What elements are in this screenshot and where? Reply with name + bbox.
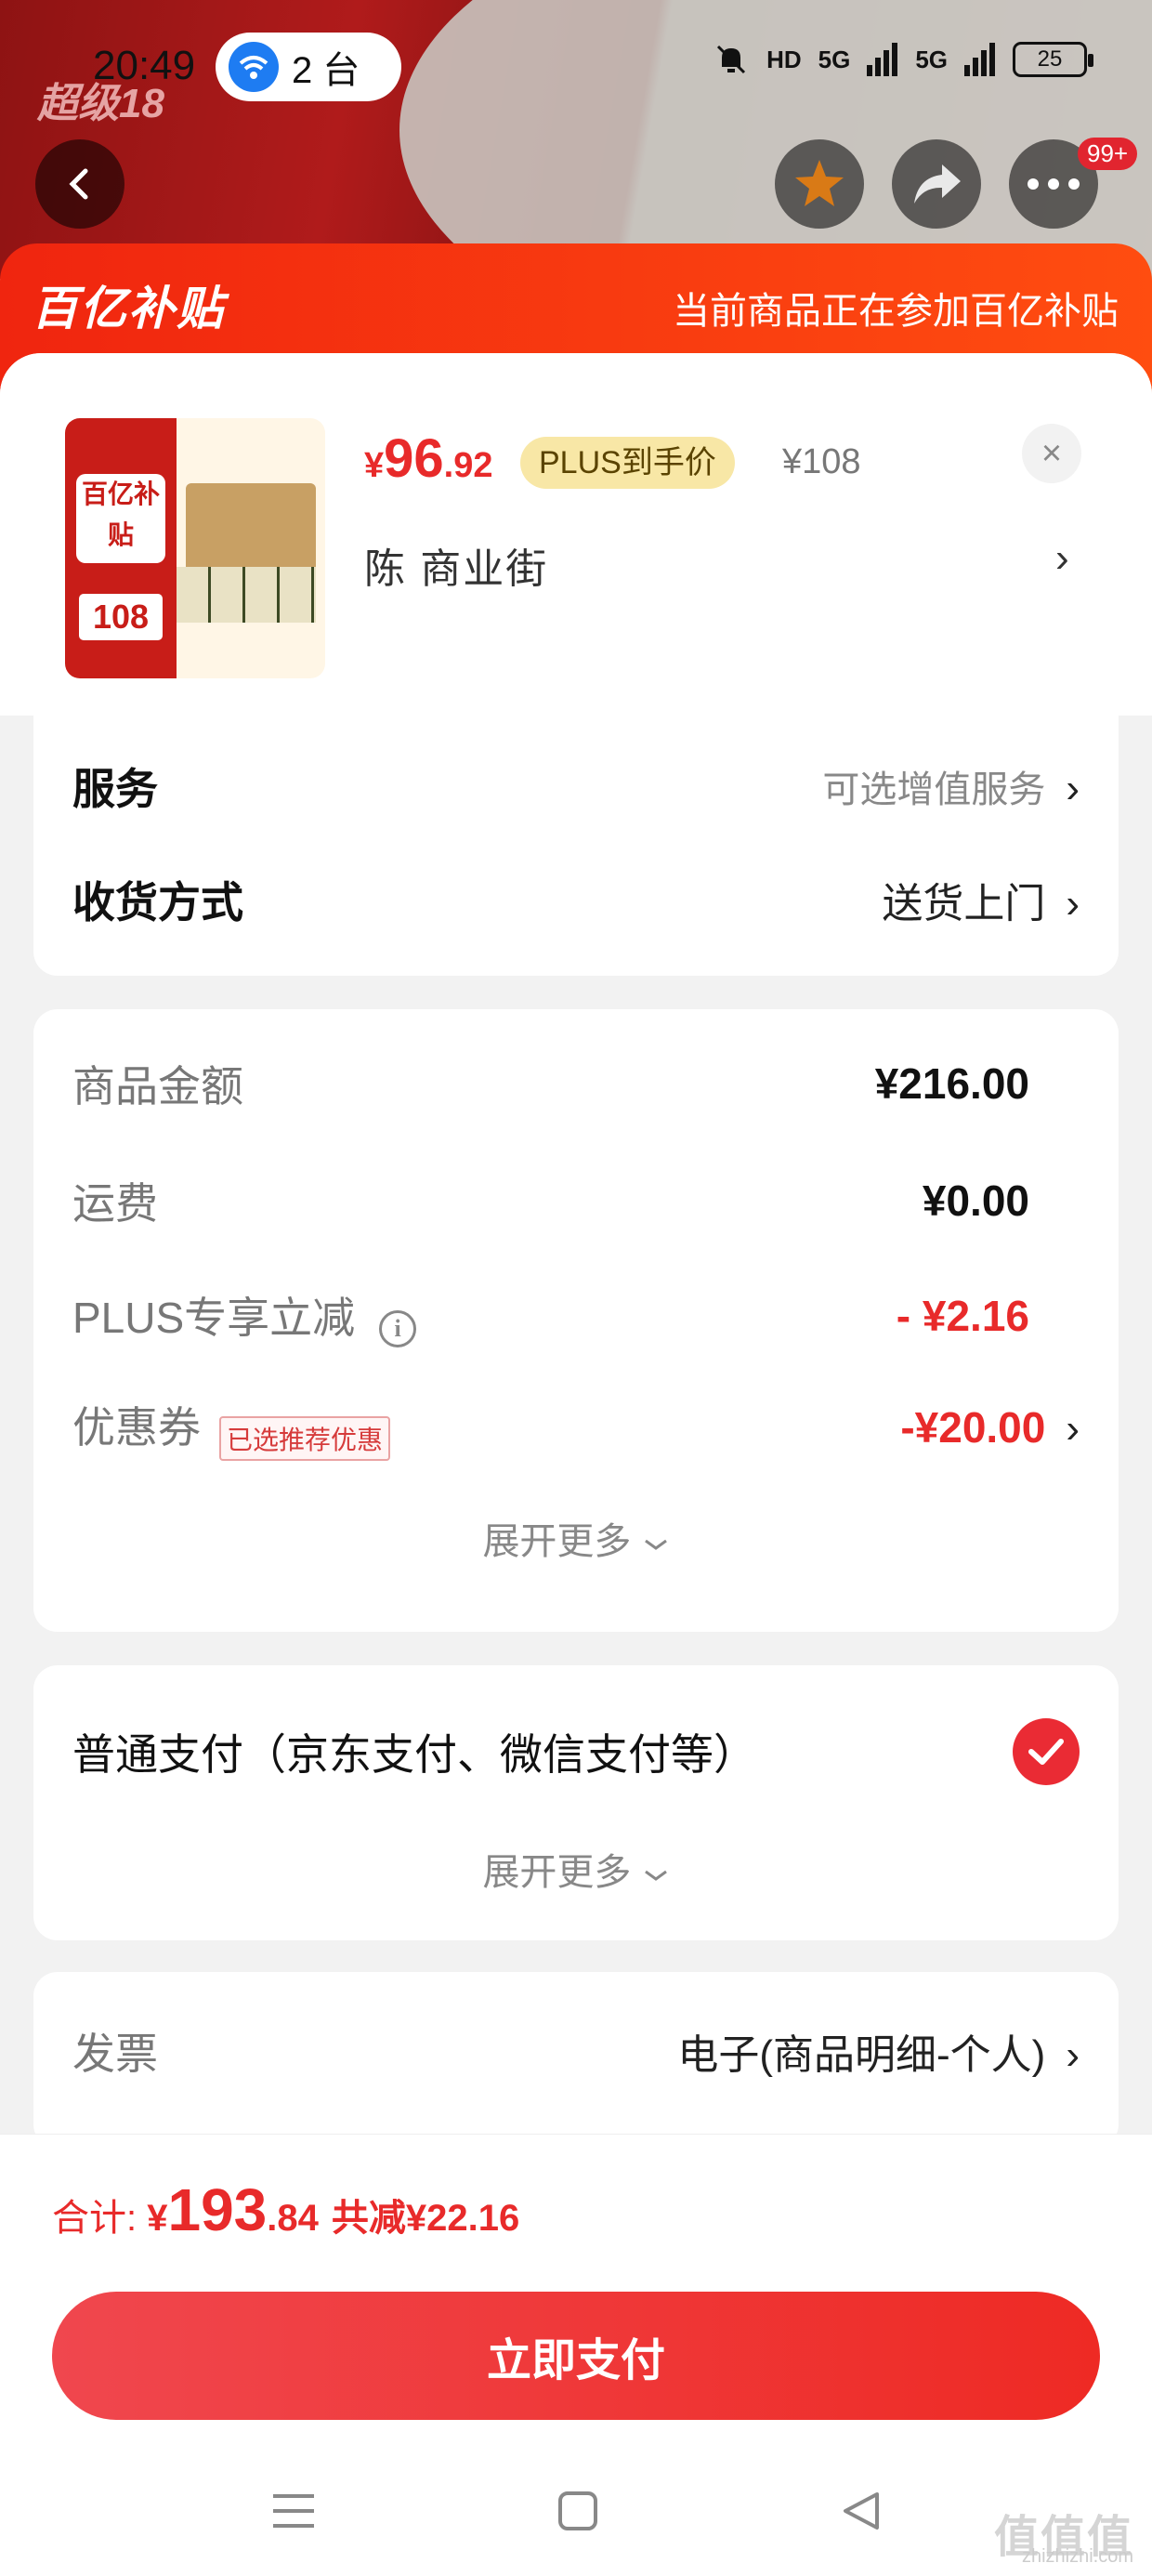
plus-price-tag: PLUS到手价 — [520, 437, 735, 489]
payment-method-label: 普通支付（京东支付、微信支付等） — [72, 1730, 756, 1779]
payment-method-row[interactable]: 普通支付（京东支付、微信支付等） — [72, 1710, 1080, 1794]
service-row[interactable]: 服务 可选增值服务 › — [72, 742, 1080, 831]
chevron-left-icon — [69, 168, 88, 200]
original-price: ¥108 — [782, 442, 861, 481]
service-label: 服务 — [72, 765, 158, 813]
signal-5g-icon: 5G — [818, 45, 851, 73]
expand-label: 展开更多 — [482, 1852, 632, 1893]
subsidy-logo: 百亿补贴 — [32, 283, 225, 335]
signal-bars-icon-2 — [964, 43, 995, 76]
invoice-label: 发票 — [72, 2030, 158, 2078]
share-button[interactable] — [892, 139, 981, 229]
delivery-label: 收货方式 — [72, 878, 243, 927]
pay-area: 立即支付 — [0, 2279, 1152, 2576]
checkout-page: 超级18 20:49 2 台 HD 5G 5G 25 99+ 百亿补贴 当前商品… — [0, 0, 1152, 2576]
pay-now-button[interactable]: 立即支付 — [52, 2292, 1100, 2420]
service-value: 可选增值服务 — [822, 769, 1046, 810]
share-icon — [914, 164, 961, 204]
chevron-right-icon: › — [1066, 881, 1080, 927]
order-total: 合计: ¥193.84 共减¥22.16 — [52, 2175, 519, 2244]
chevron-right-icon: › — [1066, 766, 1080, 811]
close-button[interactable]: × — [1022, 424, 1081, 483]
total-decimal: .84 — [267, 2198, 319, 2239]
battery-level: 25 — [1037, 46, 1063, 72]
total-saved: 共减¥22.16 — [331, 2198, 520, 2239]
plus-discount-row: PLUS专享立减 i - ¥2.16 — [72, 1279, 1080, 1353]
goods-amount-label: 商品金额 — [72, 1062, 243, 1111]
shipping-label: 运费 — [72, 1179, 158, 1228]
goods-amount-row: 商品金额 ¥216.00 — [72, 1046, 1080, 1121]
shipping-row: 运费 ¥0.00 — [72, 1163, 1080, 1238]
expand-label: 展开更多 — [482, 1521, 632, 1562]
total-label: 合计: — [52, 2198, 148, 2239]
signal-5g-icon-2: 5G — [915, 45, 948, 73]
menu-icon[interactable] — [271, 2491, 316, 2531]
price-symbol: ¥ — [364, 446, 385, 485]
thumb-sticker: 百亿补贴 — [76, 474, 165, 563]
hd-icon: HD — [766, 45, 802, 73]
mute-bell-icon — [717, 45, 746, 74]
subsidy-notice: 当前商品正在参加百亿补贴 — [673, 291, 1119, 332]
plus-discount-value: - ¥2.16 — [896, 1292, 1029, 1340]
delivery-value: 送货上门 — [882, 881, 1046, 927]
star-icon — [795, 160, 844, 206]
status-time: 20:49 — [93, 43, 196, 88]
status-bar: 20:49 2 台 HD 5G 5G 25 — [0, 28, 1152, 112]
info-icon[interactable]: i — [379, 1309, 417, 1347]
check-icon[interactable] — [1013, 1718, 1080, 1785]
price-decimal: .92 — [443, 446, 493, 485]
delivery-row[interactable]: 收货方式 送货上门 › — [72, 855, 1080, 944]
expand-amounts-button[interactable]: 展开更多 — [33, 1511, 1119, 1565]
wifi-icon — [229, 42, 279, 92]
system-nav-bar — [0, 2455, 1152, 2567]
invoice-card: 发票 电子(商品明细-个人) › — [33, 1972, 1119, 2149]
chevron-right-icon[interactable]: › — [1055, 535, 1069, 582]
product-price: ¥96.92 — [364, 427, 492, 490]
expand-payment-button[interactable]: 展开更多 — [33, 1842, 1119, 1896]
battery-icon: 25 — [1013, 42, 1093, 77]
more-dots-icon — [1028, 178, 1080, 190]
coupon-label: 优惠券 — [72, 1403, 201, 1452]
signal-bars-icon — [867, 43, 898, 76]
thumb-price: 108 — [76, 591, 165, 643]
status-icons: HD 5G 5G 25 — [713, 41, 1093, 78]
coupon-recommend-tag: 已选推荐优惠 — [219, 1415, 391, 1461]
coupon-row[interactable]: 优惠券 已选推荐优惠 -¥20.00 › — [72, 1390, 1080, 1465]
invoice-value: 电子(商品明细-个人) — [677, 2032, 1046, 2078]
total-symbol: ¥ — [147, 2198, 168, 2239]
delivery-address[interactable]: 陈 商业街 — [364, 535, 548, 595]
thumb-bags — [177, 567, 316, 623]
watermark-url: zhizhizhi.com — [1021, 2546, 1133, 2567]
total-integer: 193 — [167, 2176, 268, 2243]
options-card: 服务 可选增值服务 › 收货方式 送货上门 › — [33, 716, 1119, 976]
product-thumbnail[interactable]: 百亿补贴 108 — [65, 418, 325, 678]
notification-badge: 99+ — [1078, 138, 1138, 170]
goods-amount-value: ¥216.00 — [874, 1059, 1029, 1108]
favorite-button[interactable] — [775, 139, 864, 229]
hotspot-pill[interactable]: 2 台 — [216, 33, 401, 101]
chevron-right-icon: › — [1066, 2032, 1080, 2078]
home-square-icon[interactable] — [557, 2491, 598, 2531]
plus-discount-label: PLUS专享立减 — [72, 1294, 356, 1343]
chevron-down-icon — [644, 1539, 667, 1550]
chevron-down-icon — [644, 1870, 667, 1881]
shipping-value: ¥0.00 — [922, 1176, 1029, 1225]
price-integer: 96 — [384, 428, 444, 489]
coupon-value: -¥20.00 — [900, 1403, 1046, 1452]
invoice-row[interactable]: 发票 电子(商品明细-个人) › — [72, 2009, 1080, 2093]
product-summary: 百亿补贴 108 ¥96.92 PLUS到手价 ¥108 × 陈 商业街 › — [0, 353, 1152, 716]
amounts-card: 商品金额 ¥216.00 运费 ¥0.00 PLUS专享立减 i - ¥2.16 … — [33, 1009, 1119, 1632]
hotspot-count: 2 台 — [292, 50, 360, 91]
total-bar: 合计: ¥193.84 共减¥22.16 — [0, 2134, 1152, 2279]
back-button[interactable] — [35, 139, 124, 229]
chevron-right-icon: › — [1066, 1406, 1080, 1452]
payment-card: 普通支付（京东支付、微信支付等） 展开更多 — [33, 1665, 1119, 1940]
back-triangle-icon[interactable] — [840, 2491, 881, 2531]
